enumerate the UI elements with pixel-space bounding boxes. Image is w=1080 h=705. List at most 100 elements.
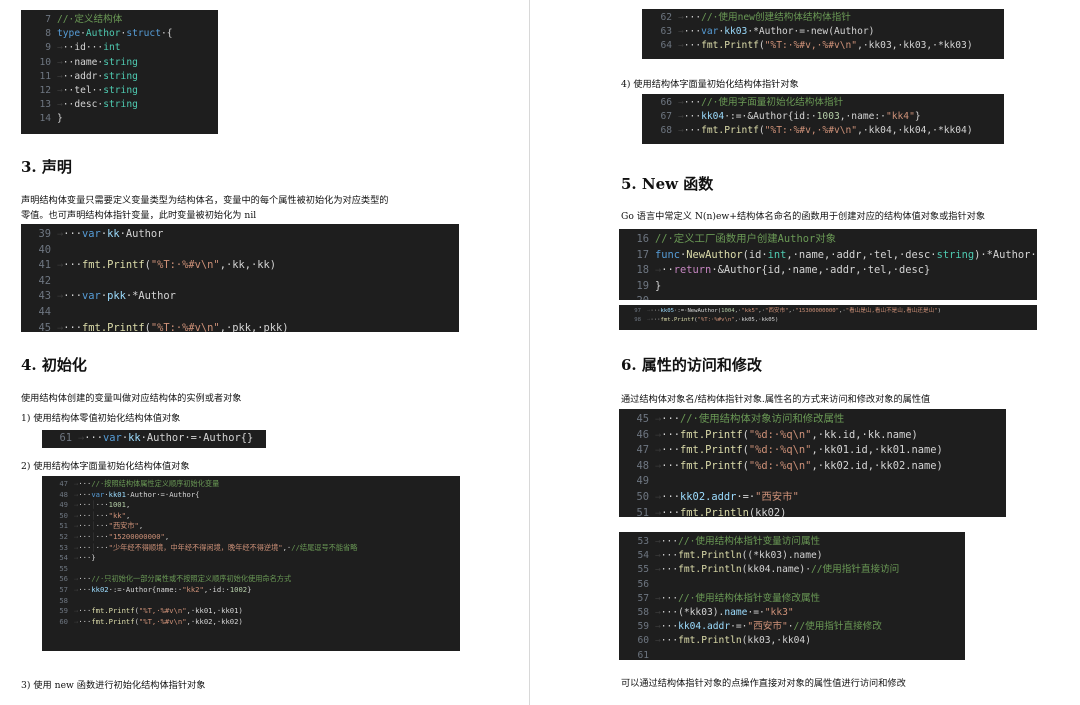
code-token: "%T,·%#v\n"	[138, 616, 187, 626]
line-number: 46	[636, 428, 649, 441]
line-number: 51	[59, 521, 68, 531]
code-line: 53 → ··· │ ··· "少年经不得顺境，中年经不得闲境，晚年经不得逆境" ,·//结…	[42, 543, 460, 554]
line-number: 60	[637, 635, 649, 647]
code-line: 16 //·定义工厂函数用户创建Author对象	[619, 232, 1037, 248]
paragraph-declare-2: 零值。也可声明结构体指针变量，此时变量被初始化为 nil	[21, 210, 257, 221]
code-token: ·Author	[119, 228, 164, 240]
line-number: 44	[38, 305, 51, 318]
code-token: ··name·	[62, 56, 104, 68]
code-line: 50 → ··· kk02.addr ·=· "西安市"	[619, 490, 1006, 506]
code-token: ···	[95, 510, 109, 520]
line-number: 11	[39, 70, 51, 82]
code-token: ···	[78, 479, 92, 488]
code-token: 1003	[816, 111, 840, 123]
code-token: string	[103, 99, 138, 111]
code-token: }	[914, 111, 921, 123]
code-line: 17 func · NewAuthor (id· int ,·name,·addr,·tel…	[619, 248, 1037, 264]
code-token: ···	[650, 308, 661, 314]
code-token: fmt.Printf	[91, 616, 135, 626]
code-block-struct: 7//·定义结构体 8 type · Author · struct ·{9 → ··id··· i…	[21, 10, 218, 134]
code-token: kk02	[91, 584, 109, 594]
code-line: 64 → ··· fmt.Printf("%T:·%#v,·%#v\n" ,·kk03,…	[642, 39, 1004, 53]
code-token: (kk02)	[748, 506, 787, 517]
code-token: fmt.Printf	[701, 125, 759, 137]
code-block-pointer-literal: 66 → ···//·使用字面量初始化结构体指针 67 → ··· kk04 ·:=·&Aut…	[642, 94, 1004, 144]
code-line: 59 → ··· kk04.addr ·=· "西安市" ·//使用指针直接修改	[619, 620, 965, 634]
code-line: 60 → ··· fmt.Printf("%T,·%#v\n" ,·kk02,·kk02…	[42, 617, 460, 628]
code-token: ···	[95, 542, 109, 552]
line-number: 47	[636, 444, 649, 457]
code-token: name	[724, 607, 748, 619]
code-token: string	[103, 85, 138, 97]
code-block-factory: 16 //·定义工厂函数用户创建Author对象 17 func · NewAuthor(…	[619, 229, 1037, 300]
line-number: 13	[39, 99, 51, 111]
code-line: 20	[619, 294, 1037, 300]
code-line: 52 → ··· │ ··· "15200000000",	[42, 532, 460, 543]
code-token: //·使用结构体对象访问和修改属性	[680, 413, 845, 425]
line-number: 56	[59, 574, 68, 584]
line-number: 55	[59, 563, 68, 573]
line-number: 20	[619, 294, 655, 300]
code-line: 58 → ···(*kk03). name ·=· "kk3"	[619, 606, 965, 620]
code-token: ,·name:·	[839, 111, 886, 123]
code-token: //·定义工厂函数用户创建Author对象	[655, 233, 836, 245]
code-token: //·使用字面量初始化结构体指针	[701, 97, 844, 108]
code-token: fmt.Printf	[680, 428, 743, 441]
code-line: 51 → ··· fmt.Println (kk02)	[619, 506, 1006, 517]
code-token: ··	[661, 264, 674, 277]
code-token: ·=·	[730, 621, 748, 633]
code-token: kk04	[701, 111, 725, 123]
code-token: kk01	[108, 489, 126, 499]
line-number: 45	[636, 413, 649, 425]
code-token: "看山是山,看山不是山,看山还是山"	[845, 308, 938, 314]
code-token: ···	[95, 521, 109, 531]
code-token: ···	[95, 500, 109, 510]
section-heading-access: 6. 属性的访问和修改	[621, 356, 762, 374]
code-token: Author	[85, 28, 121, 40]
code-line: 13 → ··desc· string	[21, 98, 218, 112]
code-token: kk04.addr	[678, 621, 731, 633]
code-token: ···	[84, 432, 104, 444]
code-token: "%T:·%#v\n"	[150, 321, 220, 332]
code-line: 39 → ··· var · kk ·Author	[21, 227, 459, 243]
code-token: fmt.Println	[678, 550, 742, 562]
code-line: 40	[21, 243, 459, 259]
code-token: "%d:·%q\n"	[748, 444, 812, 457]
code-token: //·定义结构体	[57, 14, 123, 25]
code-token: "kk5"	[741, 308, 759, 314]
code-line: 48 → ··· var · kk01 ·Author·=·Author{	[42, 490, 460, 501]
code-line: 45 → ··· fmt.Printf("%T:·%#v\n" ,·pkk,·pkk)	[21, 321, 459, 332]
code-token: //·使用结构体指针变量访问属性	[678, 536, 821, 547]
code-token: "kk3"	[764, 607, 794, 619]
code-block-literal: 47 → ···//·按照结构体属性定义顺序初始化变量 48 → ··· var · kk01 ·…	[42, 476, 460, 651]
code-token: ,·kk.id,·kk.name)	[811, 428, 918, 441]
code-line: 61	[619, 649, 965, 660]
code-token: ···	[660, 550, 679, 562]
code-token: ···	[661, 444, 681, 457]
code-token: fmt.Println	[678, 635, 742, 647]
code-line: 55 → ··· fmt.Println (kk04.name)·//使用指针直接访问	[619, 563, 965, 577]
code-token: //·使用结构体指针变量修改属性	[678, 592, 821, 604]
page-divider	[529, 0, 530, 705]
code-token: ···	[78, 606, 92, 616]
line-number: 60	[59, 616, 68, 626]
code-token: "15300000000"	[795, 308, 840, 314]
code-block-access: 45 → ···//·使用结构体对象访问和修改属性 46 → ··· fmt.Printf(…	[619, 409, 1006, 517]
code-token: ··desc·	[62, 99, 104, 111]
code-token: ···	[78, 500, 92, 510]
line-number: 67	[660, 111, 672, 123]
line-number: 9	[45, 42, 51, 54]
code-line: 46 → ··· fmt.Printf("%d:·%q\n" ,·kk.id,·kk.n…	[619, 428, 1006, 444]
code-token: "%T,·%#v\n"	[138, 606, 187, 616]
code-token: var	[91, 489, 105, 499]
code-token: ···	[661, 428, 681, 441]
code-token: ·:=·NewAuthor(	[673, 308, 722, 314]
line-number: 54	[59, 553, 68, 563]
code-token: ···	[683, 111, 702, 123]
code-token: 1004	[721, 308, 735, 314]
code-line: 66 → ···//·使用字面量初始化结构体指针	[642, 96, 1004, 110]
code-token: "kk"	[108, 510, 126, 520]
line-number: 16	[636, 233, 649, 245]
line-number: 14	[39, 113, 51, 125]
code-token: ·&Author{id,·name,·addr,·tel,·desc}	[711, 264, 931, 277]
